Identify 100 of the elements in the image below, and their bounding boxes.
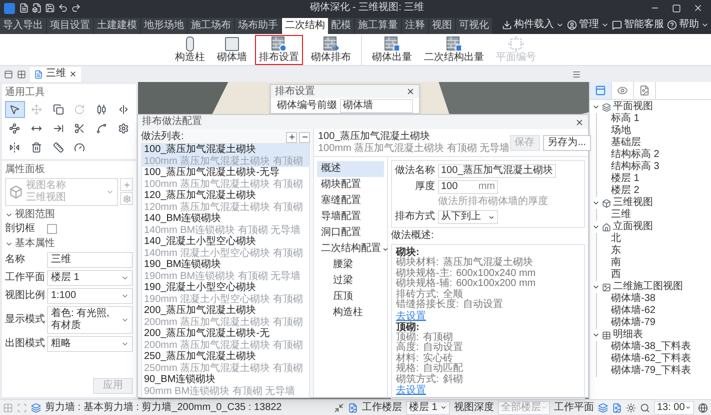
select-field[interactable]: 楼层 1 [47,270,133,286]
ribbon-button[interactable]: 砌体出量 [368,34,416,64]
select-field[interactable]: 1:100 [47,288,133,304]
redo-icon[interactable] [71,3,81,13]
method-list-item[interactable]: 90_BM连锁砌块 90mm BM连锁砌块 有顶砌 无导墙 [142,374,309,397]
menu-tab[interactable]: 项目设置 [47,18,94,34]
nav-item[interactable]: 二次结构配置 [317,241,384,257]
menu-tab[interactable]: 导入导出 [0,18,47,34]
method-list-item[interactable]: 200_蒸压加气混凝土砌块-无 200mm 蒸压加气混凝土砌块 有顶砌 [142,328,309,351]
ribbon-button[interactable]: 排布设置 [255,34,303,64]
tree-group[interactable]: 三维视图 [592,197,709,209]
menu-icon[interactable] [572,70,581,78]
tree-group[interactable]: 平面视图 [592,101,709,113]
header-menu-button[interactable]: 智能客服 [612,19,664,31]
tree-item[interactable]: 楼层 2 [611,185,709,197]
tree-item[interactable]: 砌体墙-38_下料表 [611,341,709,353]
tree-item[interactable]: 砌体墙-62 [611,305,709,317]
header-menu-button[interactable]: 帮助 [667,19,709,31]
close-icon[interactable] [692,3,703,13]
tree-item[interactable]: 砌体墙-79 [611,317,709,329]
menu-tab[interactable]: 配模 [328,18,355,34]
fit-view-icon[interactable] [334,402,344,412]
close-icon[interactable] [406,87,415,96]
tree-group[interactable]: 立面视图 [592,221,709,233]
search-icon[interactable] [640,402,650,412]
menu-tab[interactable]: 场布助手 [235,18,282,34]
nav-item[interactable]: 压顶 [317,289,384,305]
close-icon[interactable] [575,118,584,126]
sun-icon[interactable] [626,402,636,412]
save-icon[interactable] [45,3,55,13]
header-menu-button[interactable]: 构件载入 [502,19,564,31]
select-field[interactable]: 粗略 [47,336,133,352]
menu-tab[interactable]: 土建建模 [94,18,141,34]
add-button[interactable] [286,132,297,142]
undo-icon[interactable] [58,3,68,13]
method-list-item[interactable]: 120_蒸压加气混凝土砌块 120mm 蒸压加气混凝土砌块 有顶砌 [142,190,309,213]
globe-icon[interactable] [698,402,708,412]
header-menu-button[interactable]: 管理 [567,19,609,31]
method-list-item[interactable]: 190_BM连锁砌块 190mm BM连锁砌块 有顶砌 无导墙 [142,259,309,282]
menu-tab[interactable]: 视图 [429,18,456,34]
close-icon[interactable] [69,70,77,78]
method-list-item[interactable]: 140_混凝土小型空心砌块 140mm 混凝土小型空心砌块 有顶砌 [142,236,309,259]
settings-link[interactable]: 去设置 [396,310,580,322]
menu-tab[interactable]: 地形场地 [141,18,188,34]
tree-item[interactable]: 结构标高 3 [611,161,709,173]
tree-item[interactable]: 结构标高 2 [611,149,709,161]
nav-item[interactable]: 过梁 [317,273,384,289]
tree-item[interactable]: 标高 1 [611,113,709,125]
section-header[interactable]: 视图范围 [5,209,133,221]
edit-button[interactable] [120,192,133,205]
new-file-icon[interactable] [19,3,29,13]
tree-item[interactable]: 西 [611,269,709,281]
nav-item[interactable]: 导墙配置 [317,209,384,225]
nav-item[interactable]: 洞口配置 [317,225,384,241]
menu-tab[interactable]: 二次结构 [282,18,328,34]
nav-item[interactable]: 腰梁 [317,257,384,273]
view-tab[interactable]: 三维 [30,66,81,82]
select-field[interactable]: 从下到上 [438,210,498,224]
window-icon[interactable] [4,70,13,78]
tree-item[interactable]: 北 [611,233,709,245]
select-field[interactable]: 着色: 有光照, 有材质 [47,306,133,334]
nav-item[interactable]: 概述 [317,161,384,177]
tree-item[interactable]: 砌体墙-79_下料表 [611,365,709,377]
maximize-icon[interactable] [672,4,681,12]
layers-icon[interactable] [31,402,41,412]
layers-icon[interactable] [598,402,608,412]
method-list-item[interactable]: 200_蒸压加气混凝土砌块 200mm 蒸压加气混凝土砌块 有顶砌 [142,305,309,328]
tile-icon[interactable] [17,70,26,78]
text-field[interactable]: 砌体墙 [340,98,413,112]
nav-item[interactable]: 塞缝配置 [317,193,384,209]
tree-item[interactable]: 南 [611,257,709,269]
method-list-item[interactable]: 250_蒸压加气混凝土砌块 250mm 蒸压加气混凝土砌块 有顶砌 [142,351,309,374]
section-header[interactable]: 基本属性 [5,238,133,250]
open-file-icon[interactable] [32,3,42,13]
settings-link[interactable]: 去设置 [396,385,580,396]
tree-item[interactable]: 场地 [611,125,709,137]
tree-item[interactable]: 三维 [611,209,709,221]
ribbon-button[interactable]: 二次结构出量 [420,34,488,64]
text-field[interactable]: 100_蒸压加气混凝土砌块 [438,164,556,178]
text-field[interactable]: 三维 [47,252,133,268]
checkbox[interactable] [47,224,57,234]
menu-tab[interactable]: 施工算量 [355,18,402,34]
nav-item[interactable]: 构造柱 [317,305,384,321]
tree-item[interactable]: 楼层 1 [611,173,709,185]
tree-item[interactable]: 砌体墙-62_下料表 [611,353,709,365]
nav-item[interactable]: 砌块配置 [317,177,384,193]
sheet-icon[interactable] [348,402,358,412]
tree-group[interactable]: 二维施工图视图 [592,281,709,293]
ribbon-button[interactable]: 砌体排布 [307,34,355,64]
tree-group[interactable]: 明细表 [592,329,709,341]
ribbon-button[interactable]: 砌体墙 [213,34,251,64]
method-list-item[interactable]: 100_蒸压加气混凝土砌块-无导 100mm 蒸压加气混凝土砌块 有顶砌 [142,167,309,190]
sheet-icon[interactable] [612,402,622,412]
select-field[interactable]: 楼层 1 [406,400,450,414]
number-field[interactable]: 100 mm [438,180,498,194]
method-list-item[interactable]: 140_BM连锁砌块 140mm BM连锁砌块 有顶砌 无导墙 [142,213,309,236]
remove-button[interactable] [299,132,310,142]
method-list-item[interactable]: 100_蒸压加气混凝土砌块 100mm 蒸压加气混凝土砌块 有顶砌 [142,144,309,167]
time-select[interactable]: 13: 00 [654,400,694,414]
tree-item[interactable]: 东 [611,245,709,257]
